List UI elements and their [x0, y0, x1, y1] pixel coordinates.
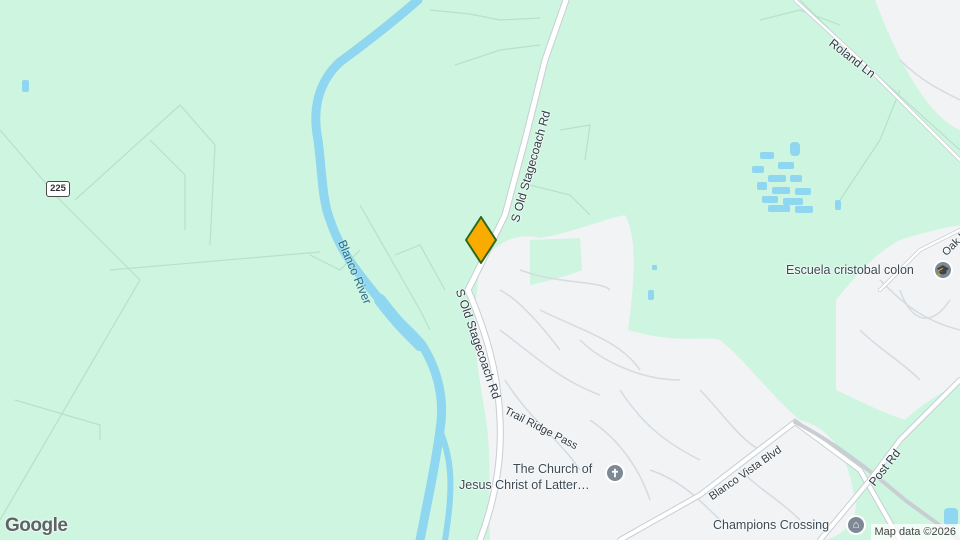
poi-label-church-line1[interactable]: The Church of	[513, 461, 592, 477]
poi-label-champions-crossing[interactable]: Champions Crossing	[713, 517, 829, 533]
location-marker-icon[interactable]	[464, 216, 498, 266]
poi-label-church-line2[interactable]: Jesus Christ of Latter…	[459, 477, 590, 493]
urban-area-east	[836, 225, 960, 420]
route-225-shield[interactable]: 225	[46, 181, 70, 197]
map-canvas[interactable]: 225 S Old Stagecoach Rd S Old Stagecoach…	[0, 0, 960, 540]
graduation-cap-icon[interactable]: 🎓	[933, 260, 953, 280]
cross-icon[interactable]: ✝	[605, 463, 625, 483]
map-attribution[interactable]: Map data ©2026	[870, 524, 960, 540]
google-logo[interactable]: Google	[5, 515, 68, 537]
urban-area-northeast	[875, 0, 960, 130]
landmark-icon[interactable]: ⌂	[846, 515, 866, 535]
poi-label-escuela-cristobal-colon[interactable]: Escuela cristobal colon	[786, 262, 914, 278]
